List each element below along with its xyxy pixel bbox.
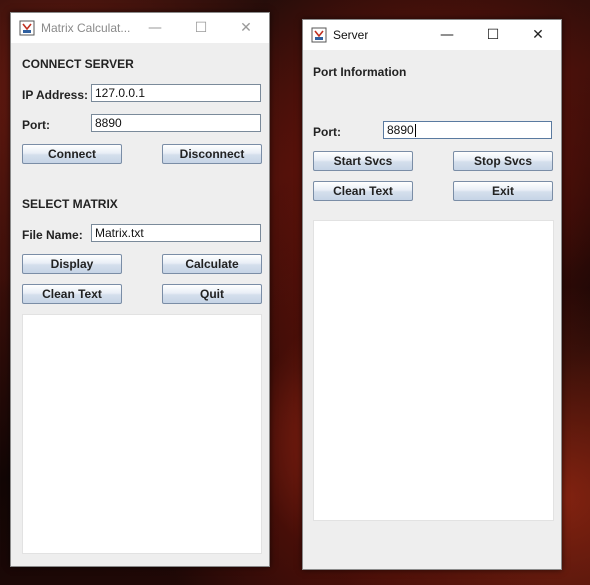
- clean-text-button[interactable]: Clean Text: [22, 284, 122, 304]
- exit-button[interactable]: Exit: [453, 181, 553, 201]
- server-port-label: Port:: [313, 125, 341, 139]
- text-caret: [414, 124, 416, 138]
- maximize-icon[interactable]: ☐: [178, 13, 224, 43]
- disconnect-button[interactable]: Disconnect: [162, 144, 262, 164]
- server-window-title: Server: [333, 28, 369, 42]
- ip-address-input[interactable]: 127.0.0.1: [91, 84, 261, 102]
- port-information-heading: Port Information: [313, 65, 407, 79]
- minimize-icon[interactable]: —: [132, 13, 178, 43]
- server-titlebar[interactable]: Server — ☐ ✕: [303, 20, 561, 50]
- client-output-textarea[interactable]: [22, 314, 262, 554]
- display-button[interactable]: Display: [22, 254, 122, 274]
- server-port-value: 8890: [387, 123, 414, 137]
- stop-svcs-button[interactable]: Stop Svcs: [453, 151, 553, 171]
- server-window: Server — ☐ ✕ Port Information Port: 8890…: [302, 19, 562, 570]
- client-window: Matrix Calculat... — ☐ ✕ CONNECT SERVER …: [10, 12, 270, 567]
- port-label: Port:: [22, 118, 50, 132]
- connect-button[interactable]: Connect: [22, 144, 122, 164]
- java-app-icon: [19, 20, 35, 36]
- start-svcs-button[interactable]: Start Svcs: [313, 151, 413, 171]
- maximize-icon[interactable]: ☐: [470, 20, 516, 50]
- client-window-title: Matrix Calculat...: [41, 21, 131, 35]
- file-name-input[interactable]: Matrix.txt: [91, 224, 261, 242]
- server-clean-text-button[interactable]: Clean Text: [313, 181, 413, 201]
- close-icon[interactable]: ✕: [223, 13, 269, 43]
- port-input[interactable]: 8890: [91, 114, 261, 132]
- file-name-label: File Name:: [22, 228, 83, 242]
- connect-server-heading: CONNECT SERVER: [22, 57, 134, 71]
- ip-address-label: IP Address:: [22, 88, 89, 102]
- select-matrix-heading: SELECT MATRIX: [22, 197, 118, 211]
- close-icon[interactable]: ✕: [515, 20, 561, 50]
- minimize-icon[interactable]: —: [424, 20, 470, 50]
- quit-button[interactable]: Quit: [162, 284, 262, 304]
- server-port-input[interactable]: 8890: [383, 121, 552, 139]
- calculate-button[interactable]: Calculate: [162, 254, 262, 274]
- client-titlebar[interactable]: Matrix Calculat... — ☐ ✕: [11, 13, 269, 43]
- server-output-textarea[interactable]: [313, 220, 554, 521]
- java-app-icon: [311, 27, 327, 43]
